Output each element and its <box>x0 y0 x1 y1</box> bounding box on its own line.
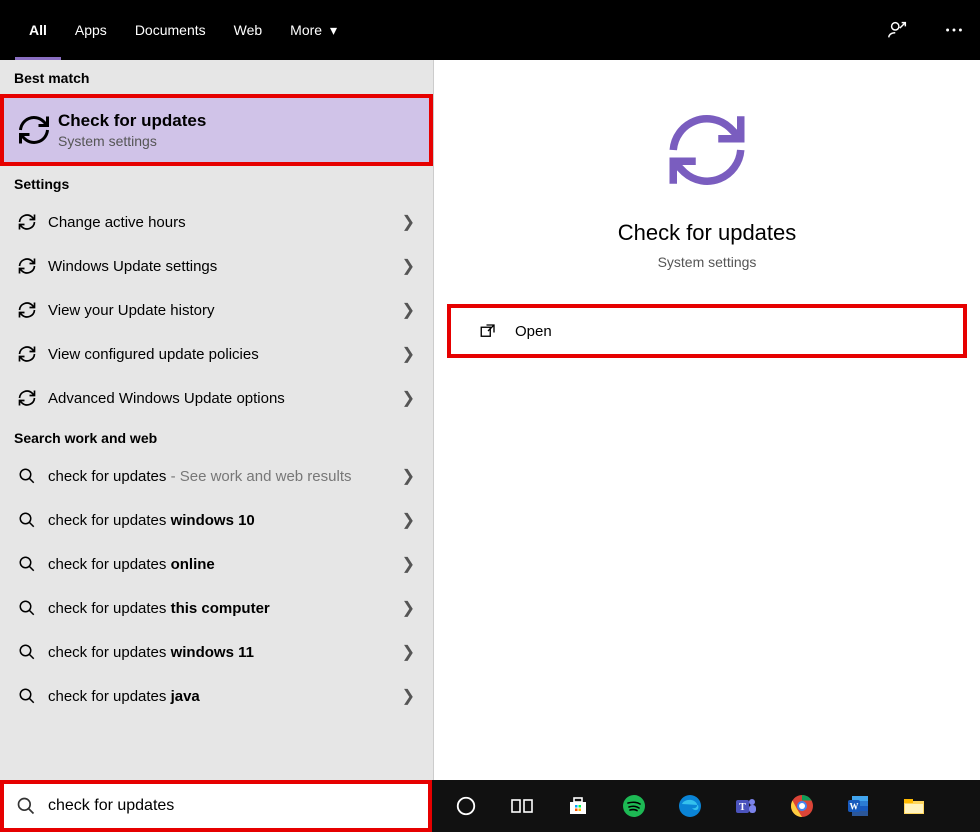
open-label: Open <box>515 323 552 340</box>
open-highlight: Open <box>447 304 967 358</box>
settings-item-label: Change active hours <box>48 214 419 231</box>
preview-title: Check for updates <box>618 220 797 246</box>
open-external-icon <box>479 322 497 340</box>
settings-item-update-history[interactable]: View your Update history ❯ <box>0 288 433 332</box>
svg-text:W: W <box>850 802 859 812</box>
chevron-right-icon: ❯ <box>402 212 415 232</box>
tab-more-label: More <box>290 22 322 38</box>
chrome-icon[interactable] <box>786 790 818 822</box>
task-view-icon[interactable] <box>506 790 538 822</box>
word-icon[interactable]: W <box>842 790 874 822</box>
search-icon <box>14 599 40 617</box>
search-icon <box>16 796 36 816</box>
sync-icon <box>14 300 40 320</box>
search-icon <box>14 555 40 573</box>
results-left-pane: Best match Check for updates System sett… <box>0 60 434 780</box>
taskbar: check for updates T W <box>0 780 980 832</box>
best-match-highlight: Check for updates System settings <box>0 94 433 166</box>
settings-item-update-policies[interactable]: View configured update policies ❯ <box>0 332 433 376</box>
web-item-java[interactable]: check for updates java ❯ <box>0 674 433 718</box>
web-item-main[interactable]: check for updates - See work and web res… <box>0 454 433 498</box>
search-icon <box>14 687 40 705</box>
web-item-label: check for updates windows 11 <box>48 644 419 661</box>
settings-item-label: Advanced Windows Update options <box>48 390 419 407</box>
tab-all[interactable]: All <box>15 0 61 60</box>
web-item-online[interactable]: check for updates online ❯ <box>0 542 433 586</box>
search-results-panel: Best match Check for updates System sett… <box>0 60 980 780</box>
web-item-windows11[interactable]: check for updates windows 11 ❯ <box>0 630 433 674</box>
sync-icon <box>14 344 40 364</box>
spotify-icon[interactable] <box>618 790 650 822</box>
chevron-right-icon: ❯ <box>402 256 415 276</box>
taskbar-search-highlight: check for updates <box>0 780 432 832</box>
best-match-subtitle: System settings <box>58 133 206 149</box>
web-item-this-computer[interactable]: check for updates this computer ❯ <box>0 586 433 630</box>
taskbar-search-input[interactable]: check for updates <box>4 784 428 828</box>
feedback-icon[interactable] <box>882 14 914 46</box>
more-options-icon[interactable] <box>938 14 970 46</box>
web-item-label: check for updates online <box>48 556 419 573</box>
svg-text:T: T <box>739 802 746 813</box>
chevron-right-icon: ❯ <box>402 466 415 486</box>
chevron-right-icon: ❯ <box>402 300 415 320</box>
chevron-right-icon: ❯ <box>402 554 415 574</box>
search-icon <box>14 511 40 529</box>
chevron-right-icon: ❯ <box>402 388 415 408</box>
chevron-down-icon: ▾ <box>330 22 337 38</box>
preview-subtitle: System settings <box>658 254 757 270</box>
chevron-right-icon: ❯ <box>402 598 415 618</box>
tab-apps[interactable]: Apps <box>61 0 121 60</box>
file-explorer-icon[interactable] <box>898 790 930 822</box>
tab-documents[interactable]: Documents <box>121 0 220 60</box>
sync-icon <box>14 256 40 276</box>
web-item-label: check for updates this computer <box>48 600 419 617</box>
store-icon[interactable] <box>562 790 594 822</box>
chevron-right-icon: ❯ <box>402 686 415 706</box>
edge-icon[interactable] <box>674 790 706 822</box>
settings-item-advanced-options[interactable]: Advanced Windows Update options ❯ <box>0 376 433 420</box>
settings-item-windows-update-settings[interactable]: Windows Update settings ❯ <box>0 244 433 288</box>
chevron-right-icon: ❯ <box>402 642 415 662</box>
web-item-windows10[interactable]: check for updates windows 10 ❯ <box>0 498 433 542</box>
web-item-label: check for updates windows 10 <box>48 512 419 529</box>
open-button[interactable]: Open <box>451 308 963 354</box>
sync-icon <box>14 110 54 150</box>
sync-icon <box>14 212 40 232</box>
search-icon <box>14 643 40 661</box>
settings-item-active-hours[interactable]: Change active hours ❯ <box>0 200 433 244</box>
tab-more[interactable]: More ▾ <box>276 0 351 60</box>
cortana-icon[interactable] <box>450 790 482 822</box>
web-item-label: check for updates - See work and web res… <box>48 468 419 485</box>
taskbar-icons: T W <box>432 780 980 832</box>
tab-web[interactable]: Web <box>220 0 277 60</box>
teams-icon[interactable]: T <box>730 790 762 822</box>
section-settings: Settings <box>0 166 433 200</box>
section-search-web: Search work and web <box>0 420 433 454</box>
best-match-item[interactable]: Check for updates System settings <box>4 98 429 162</box>
settings-item-label: View configured update policies <box>48 346 419 363</box>
search-icon <box>14 467 40 485</box>
search-filter-bar: All Apps Documents Web More ▾ <box>0 0 980 60</box>
section-best-match: Best match <box>0 60 433 94</box>
web-item-label: check for updates java <box>48 688 419 705</box>
settings-item-label: View your Update history <box>48 302 419 319</box>
search-text: check for updates <box>48 797 174 815</box>
best-match-title: Check for updates <box>58 111 206 131</box>
settings-item-label: Windows Update settings <box>48 258 419 275</box>
sync-large-icon <box>657 100 757 200</box>
chevron-right-icon: ❯ <box>402 344 415 364</box>
chevron-right-icon: ❯ <box>402 510 415 530</box>
preview-pane: Check for updates System settings Open <box>434 60 980 780</box>
sync-icon <box>14 388 40 408</box>
